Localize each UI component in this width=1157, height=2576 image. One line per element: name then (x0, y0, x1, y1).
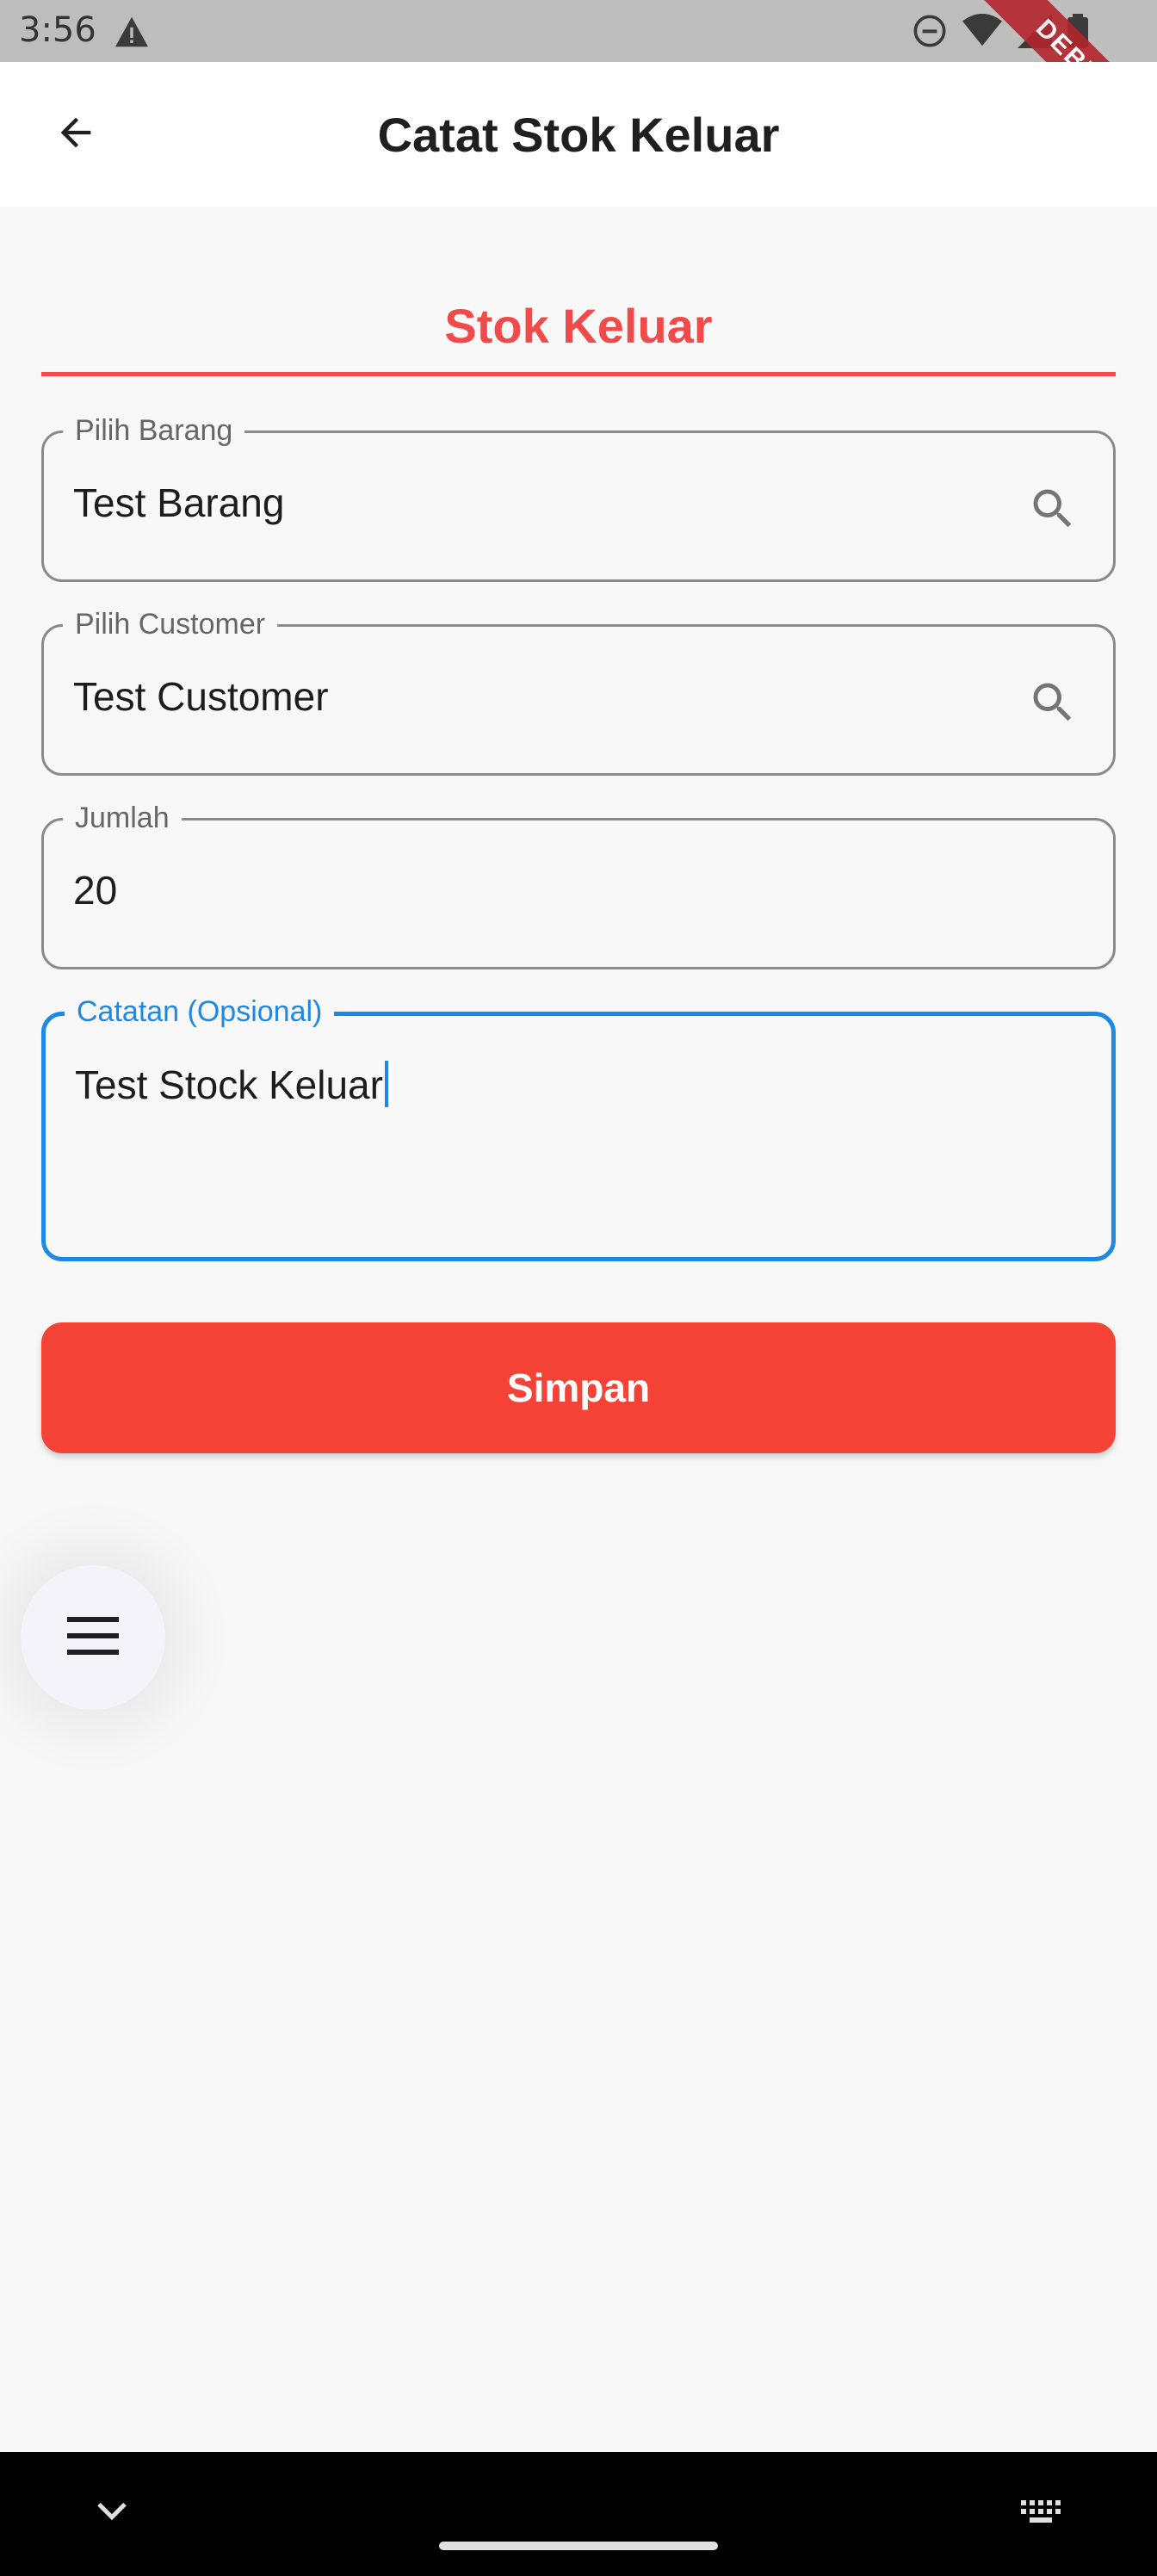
notes-field[interactable]: Catatan (Opsional) Test Stock Keluar (41, 995, 1116, 1261)
warning-icon (114, 15, 150, 53)
do-not-disturb-icon (913, 14, 947, 53)
field-value: 20 (73, 868, 118, 913)
page-title: Catat Stok Keluar (377, 108, 780, 162)
text-caret (384, 1061, 388, 1107)
notes-text: Test Stock Keluar (75, 1062, 383, 1107)
home-handle[interactable] (439, 2542, 718, 2550)
save-button[interactable]: Simpan (41, 1322, 1116, 1453)
field-label: Pilih Barang (63, 414, 245, 448)
field-label: Pilih Customer (63, 608, 278, 641)
chevron-down-icon[interactable] (95, 2499, 129, 2529)
screen: 3:56 DEBUG Catat Stok Keluar Stok Keluar… (0, 0, 1157, 2576)
quantity-field[interactable]: Jumlah 20 (41, 802, 1116, 969)
status-time: 3:56 (19, 10, 96, 50)
status-bar: 3:56 (0, 0, 1157, 62)
app-bar: Catat Stok Keluar (0, 62, 1157, 207)
field-value: Test Barang (73, 480, 285, 525)
wifi-icon (962, 13, 1002, 53)
section-title: Stok Keluar (444, 299, 713, 353)
menu-icon (67, 1616, 119, 1659)
item-picker-field[interactable]: Pilih Barang Test Barang (41, 414, 1116, 582)
navigation-bar (0, 2452, 1157, 2576)
field-label: Catatan (Opsional) (65, 995, 335, 1029)
menu-fab[interactable] (21, 1565, 165, 1710)
search-icon[interactable] (1027, 483, 1079, 539)
section-underline (41, 372, 1116, 376)
keyboard-icon[interactable] (1021, 2500, 1066, 2530)
search-icon[interactable] (1027, 677, 1079, 733)
customer-picker-field[interactable]: Pilih Customer Test Customer (41, 608, 1116, 776)
field-label: Jumlah (63, 802, 182, 835)
field-value: Test Customer (73, 674, 329, 719)
field-value: Test Stock Keluar (75, 1061, 388, 1108)
